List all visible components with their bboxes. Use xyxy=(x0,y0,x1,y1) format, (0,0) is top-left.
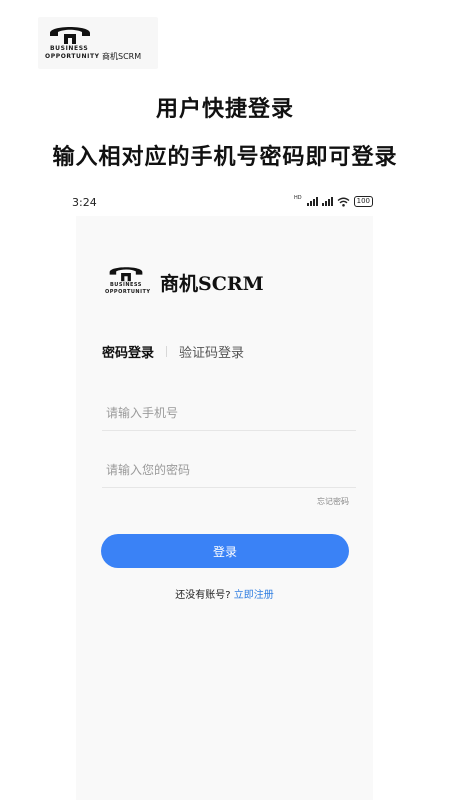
phone-input[interactable] xyxy=(102,395,356,430)
wifi-icon xyxy=(337,197,350,207)
signal-icon-2 xyxy=(321,197,333,206)
phone-screen: 3:24 HD 100 BUSINESS OPPORTUNITY 商机SCRM … xyxy=(72,190,373,800)
login-button[interactable]: 登录 xyxy=(101,534,349,568)
tab-password-login[interactable]: 密码登录 xyxy=(102,342,154,361)
app-logo-line2: OPPORTUNITY xyxy=(105,289,151,295)
tab-code-login[interactable]: 验证码登录 xyxy=(179,342,244,361)
status-bar: 3:24 HD 100 xyxy=(72,190,373,216)
password-field xyxy=(102,452,356,488)
app-logo-line1: BUSINESS xyxy=(110,282,142,288)
forgot-password-link[interactable]: 忘记密码 xyxy=(317,496,349,507)
register-link[interactable]: 立即注册 xyxy=(234,590,274,601)
brand-chip: BUSINESS OPPORTUNITY 商机SCRM xyxy=(38,17,158,69)
register-prompt: 还没有账号? xyxy=(175,590,231,601)
status-icons: HD 100 xyxy=(294,194,373,207)
brand-line2: OPPORTUNITY xyxy=(45,53,100,60)
promo-title: 用户快捷登录 xyxy=(155,97,294,122)
login-tabs: 密码登录 验证码登录 xyxy=(102,342,244,361)
signal-icon xyxy=(306,197,318,206)
register-row: 还没有账号? 立即注册 xyxy=(76,586,373,601)
app-name: 商机SCRM xyxy=(160,273,264,295)
phone-field xyxy=(102,395,356,431)
brand-line1: BUSINESS xyxy=(50,45,89,52)
password-input[interactable] xyxy=(102,452,356,487)
hd-label: HD xyxy=(294,194,302,201)
telephone-logo-icon xyxy=(50,27,90,44)
app-logo-icon xyxy=(109,267,143,282)
battery-icon: 100 xyxy=(353,196,373,207)
tab-divider xyxy=(166,346,168,357)
status-time: 3:24 xyxy=(72,196,97,209)
brand-name: 商机SCRM xyxy=(102,52,142,61)
promo-subtitle: 输入相对应的手机号密码即可登录 xyxy=(52,145,398,170)
